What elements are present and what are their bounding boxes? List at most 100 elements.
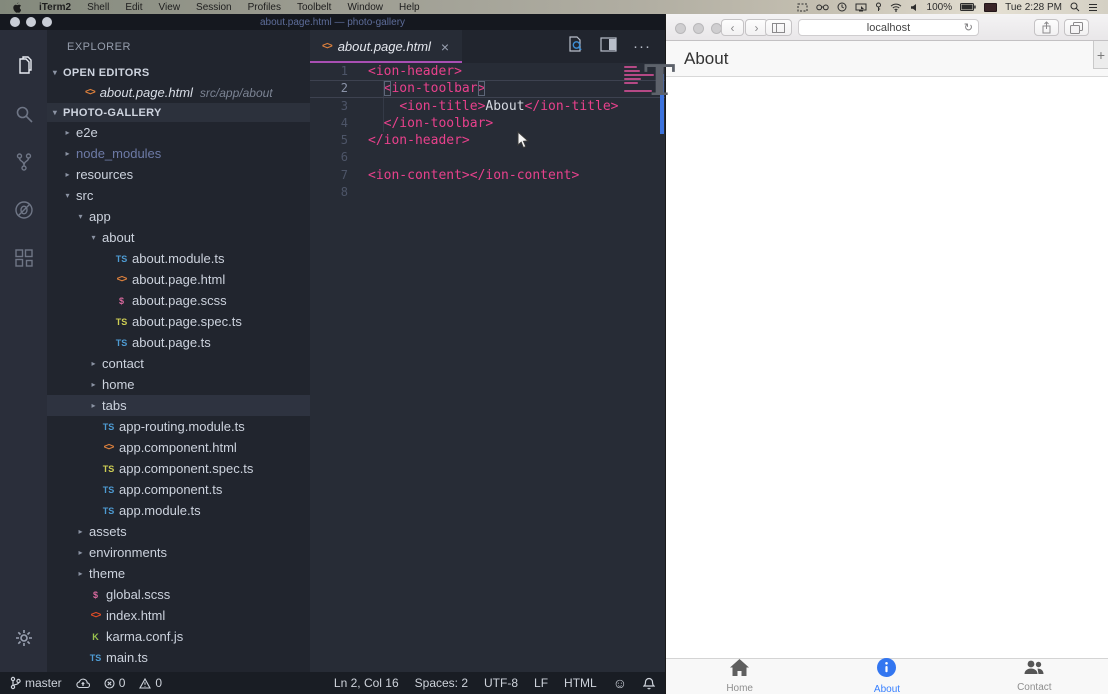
language-mode[interactable]: HTML bbox=[564, 676, 597, 690]
glasses-icon[interactable] bbox=[816, 3, 829, 11]
tree-item-e2e[interactable]: ▸e2e bbox=[47, 122, 310, 143]
source-control-icon[interactable] bbox=[0, 138, 47, 186]
code-editor[interactable]: 1<ion-header>2 <ion-toolbar>3 <ion-title… bbox=[310, 63, 665, 672]
eol-setting[interactable]: LF bbox=[534, 676, 548, 690]
battery-icon[interactable] bbox=[960, 3, 976, 11]
tree-item-label: global.scss bbox=[106, 587, 170, 602]
menu-help[interactable]: Help bbox=[391, 2, 428, 13]
split-editor-icon[interactable] bbox=[600, 37, 617, 57]
tree-item-resources[interactable]: ▸resources bbox=[47, 164, 310, 185]
minimize-window-button[interactable] bbox=[693, 23, 704, 34]
tree-item-src[interactable]: ▾src bbox=[47, 185, 310, 206]
address-bar[interactable]: localhost ↻ bbox=[798, 19, 979, 36]
tree-item-theme[interactable]: ▸theme bbox=[47, 563, 310, 584]
tree-item-about[interactable]: ▾about bbox=[47, 227, 310, 248]
tree-item-contact[interactable]: ▸contact bbox=[47, 353, 310, 374]
tree-item-home[interactable]: ▸home bbox=[47, 374, 310, 395]
debug-icon[interactable] bbox=[0, 186, 47, 234]
code-line-3[interactable]: 3 <ion-title>About</ion-title> bbox=[310, 98, 665, 115]
tree-item-about-page-ts[interactable]: TSabout.page.ts bbox=[47, 332, 310, 353]
open-editor-item[interactable]: <> about.page.html src/app/about bbox=[47, 82, 310, 103]
tree-item-assets[interactable]: ▸assets bbox=[47, 521, 310, 542]
spotlight-icon[interactable] bbox=[1070, 2, 1080, 12]
tab-about-page-html[interactable]: <> about.page.html × bbox=[310, 30, 462, 63]
open-editors-header[interactable]: ▾ OPEN EDITORS bbox=[47, 63, 310, 82]
tree-item-app-module-ts[interactable]: TSapp.module.ts bbox=[47, 500, 310, 521]
project-section-header[interactable]: ▾ PHOTO-GALLERY bbox=[47, 103, 310, 122]
notification-center-icon[interactable] bbox=[1088, 3, 1098, 12]
errors-indicator[interactable]: 0 bbox=[104, 676, 126, 690]
reload-icon[interactable]: ↻ bbox=[964, 21, 973, 34]
extensions-icon[interactable] bbox=[0, 234, 47, 282]
code-line-5[interactable]: 5</ion-header> bbox=[310, 132, 665, 149]
tree-item-app-component-ts[interactable]: TSapp.component.ts bbox=[47, 479, 310, 500]
vscode-titlebar[interactable]: about.page.html — photo-gallery bbox=[0, 14, 665, 30]
line-number: 3 bbox=[310, 98, 348, 115]
tree-item-app-component-spec-ts[interactable]: TSapp.component.spec.ts bbox=[47, 458, 310, 479]
code-line-1[interactable]: 1<ion-header> bbox=[310, 63, 665, 80]
tree-item-about-page-scss[interactable]: $about.page.scss bbox=[47, 290, 310, 311]
tree-item-app-routing-module-ts[interactable]: TSapp-routing.module.ts bbox=[47, 416, 310, 437]
share-button[interactable] bbox=[1034, 19, 1059, 36]
display-icon[interactable] bbox=[855, 3, 867, 12]
tab-contact[interactable]: Contact bbox=[961, 659, 1108, 694]
menu-toolbelt[interactable]: Toolbelt bbox=[289, 2, 339, 13]
git-branch-indicator[interactable]: master bbox=[10, 676, 62, 690]
menu-window[interactable]: Window bbox=[339, 2, 391, 13]
tree-item-index-html[interactable]: <>index.html bbox=[47, 605, 310, 626]
search-icon[interactable] bbox=[0, 90, 47, 138]
page-content bbox=[666, 77, 1108, 658]
menubar-clock[interactable]: Tue 2:28 PM bbox=[1005, 2, 1062, 13]
tree-item-karma-conf-js[interactable]: Kkarma.conf.js bbox=[47, 626, 310, 647]
tree-item-label: app.component.html bbox=[119, 440, 237, 455]
tab-home[interactable]: Home bbox=[666, 659, 813, 694]
sidebar-toggle-button[interactable] bbox=[765, 19, 792, 36]
code-line-6[interactable]: 6 bbox=[310, 149, 665, 166]
tree-item-app[interactable]: ▾app bbox=[47, 206, 310, 227]
tree-item-label: home bbox=[102, 377, 135, 392]
open-preview-icon[interactable] bbox=[566, 35, 584, 58]
code-line-2[interactable]: 2 <ion-toolbar> bbox=[310, 80, 665, 97]
warnings-indicator[interactable]: 0 bbox=[139, 676, 162, 690]
tree-item-node-modules[interactable]: ▸node_modules bbox=[47, 143, 310, 164]
tree-item-global-scss[interactable]: $global.scss bbox=[47, 584, 310, 605]
back-button[interactable]: ‹ bbox=[721, 19, 744, 36]
menu-view[interactable]: View bbox=[151, 2, 189, 13]
menu-profiles[interactable]: Profiles bbox=[240, 2, 289, 13]
keychain-icon[interactable] bbox=[875, 2, 882, 12]
feedback-smiley-icon[interactable]: ☺ bbox=[613, 675, 627, 691]
code-line-4[interactable]: 4 </ion-toolbar> bbox=[310, 115, 665, 132]
tree-item-tabs[interactable]: ▸tabs bbox=[47, 395, 310, 416]
tree-item-about-page-spec-ts[interactable]: TSabout.page.spec.ts bbox=[47, 311, 310, 332]
menu-shell[interactable]: Shell bbox=[79, 2, 117, 13]
tree-item-app-component-html[interactable]: <>app.component.html bbox=[47, 437, 310, 458]
tab-close-icon[interactable]: × bbox=[441, 39, 449, 55]
close-window-button[interactable] bbox=[675, 23, 686, 34]
tab-about[interactable]: About bbox=[813, 659, 960, 694]
apple-menu-icon[interactable] bbox=[0, 2, 31, 13]
settings-gear-icon[interactable] bbox=[0, 614, 47, 662]
tree-item-main-ts[interactable]: TSmain.ts bbox=[47, 647, 310, 668]
menubar-app-icon[interactable] bbox=[984, 3, 997, 12]
menu-edit[interactable]: Edit bbox=[117, 2, 150, 13]
code-line-7[interactable]: 7<ion-content></ion-content> bbox=[310, 167, 665, 184]
tree-item-environments[interactable]: ▸environments bbox=[47, 542, 310, 563]
indentation-setting[interactable]: Spaces: 2 bbox=[415, 676, 468, 690]
encoding-setting[interactable]: UTF-8 bbox=[484, 676, 518, 690]
new-tab-button[interactable]: + bbox=[1093, 41, 1108, 69]
show-tabs-button[interactable] bbox=[1064, 19, 1089, 36]
tree-item-about-page-html[interactable]: <>about.page.html bbox=[47, 269, 310, 290]
tree-item-about-module-ts[interactable]: TSabout.module.ts bbox=[47, 248, 310, 269]
code-line-8[interactable]: 8 bbox=[310, 184, 665, 201]
explorer-icon[interactable] bbox=[0, 42, 47, 90]
screen-capture-icon[interactable] bbox=[797, 3, 808, 12]
sync-changes-icon[interactable] bbox=[76, 678, 90, 689]
more-actions-icon[interactable]: ··· bbox=[633, 38, 651, 55]
wifi-icon[interactable] bbox=[890, 3, 902, 12]
menu-session[interactable]: Session bbox=[188, 2, 240, 13]
notifications-bell-icon[interactable] bbox=[643, 677, 655, 690]
cursor-position[interactable]: Ln 2, Col 16 bbox=[334, 676, 399, 690]
time-machine-icon[interactable] bbox=[837, 2, 847, 12]
volume-icon[interactable] bbox=[910, 3, 919, 12]
menu-iterm2[interactable]: iTerm2 bbox=[31, 2, 79, 13]
